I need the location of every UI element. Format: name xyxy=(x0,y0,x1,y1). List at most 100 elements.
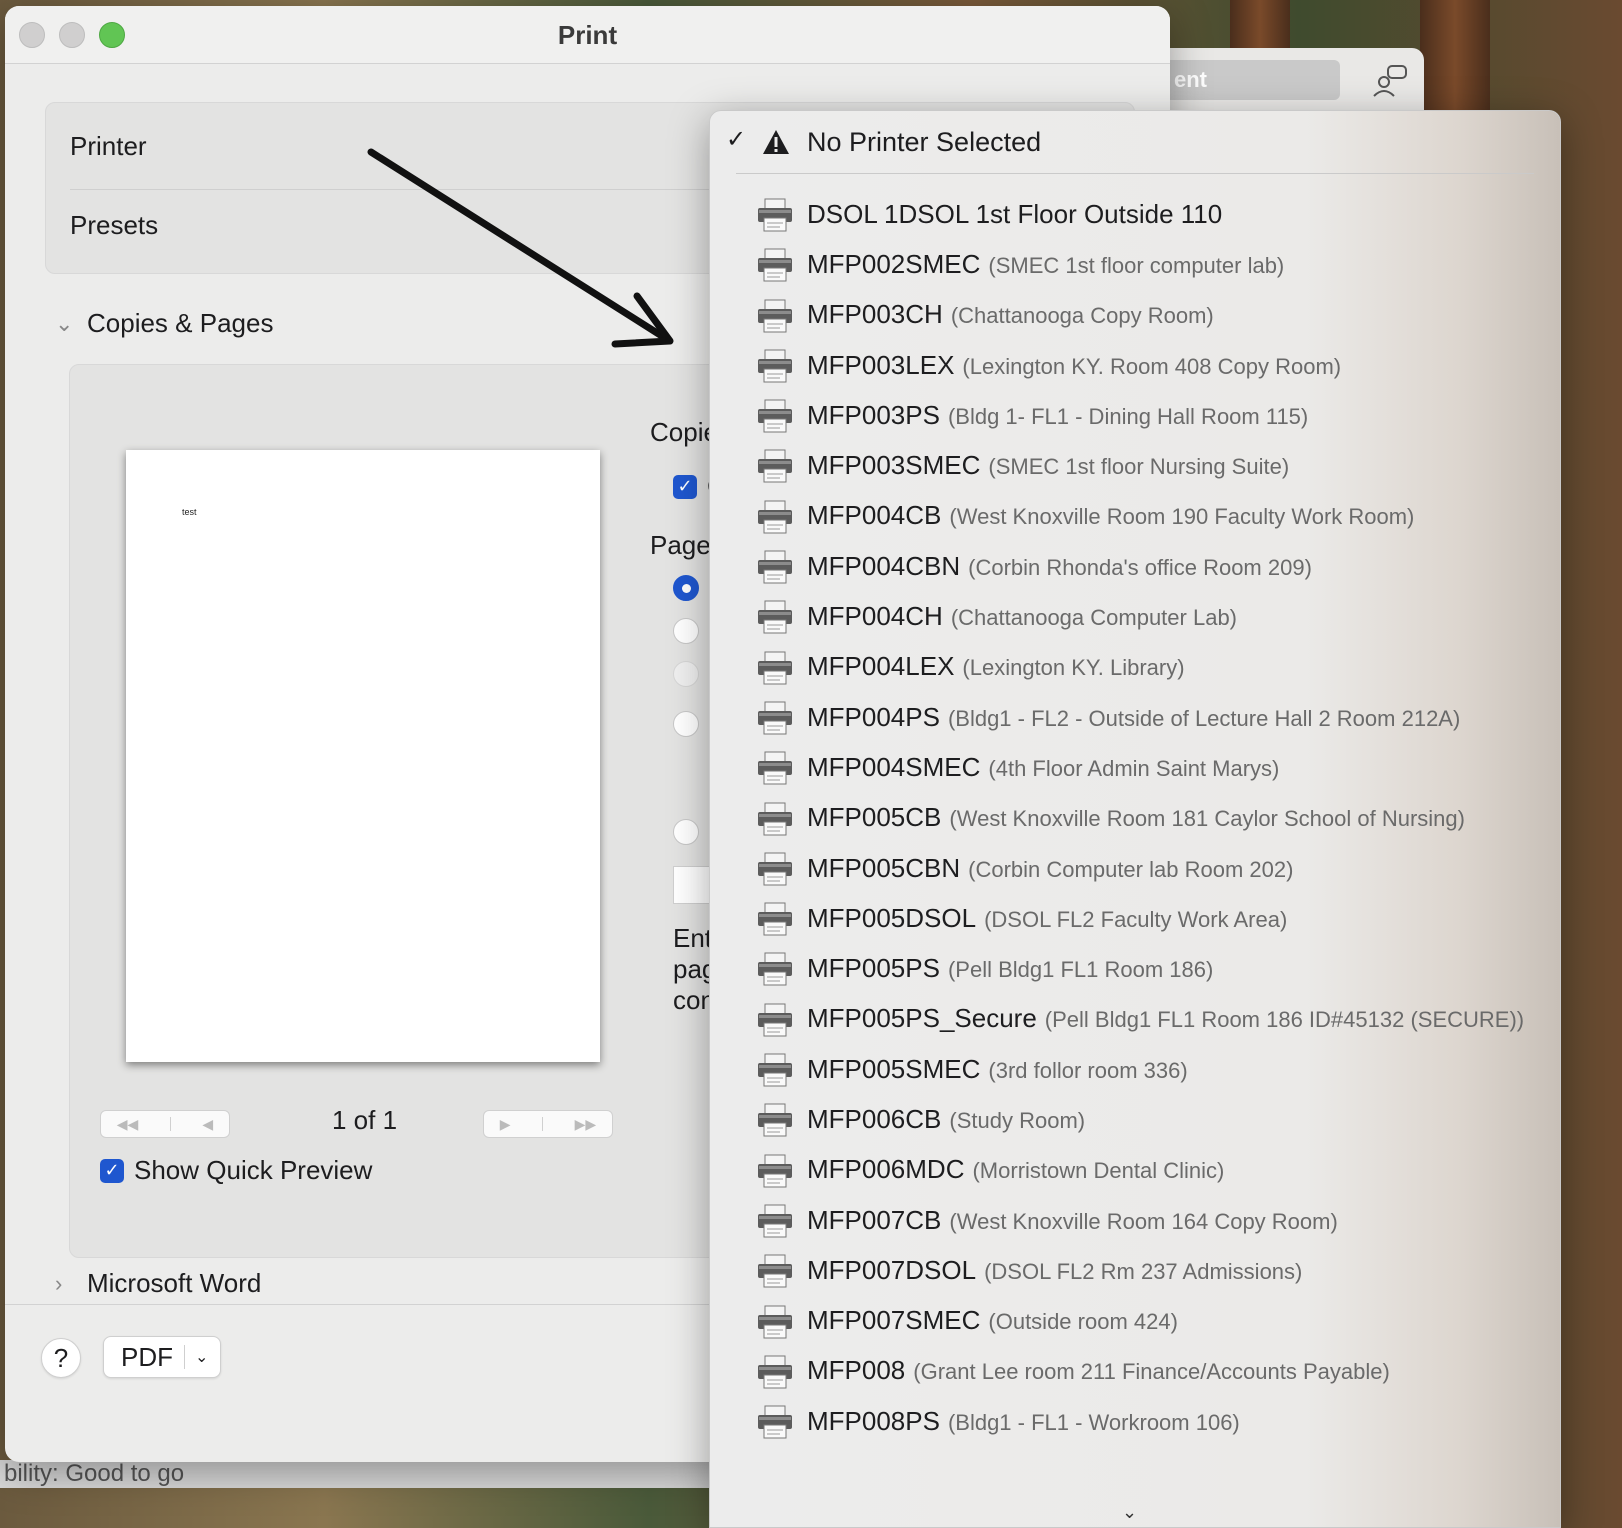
printer-item[interactable]: MFP003PS (Bldg 1- FL1 - Dining Hall Room … xyxy=(710,390,1560,440)
printer-icon xyxy=(758,1053,792,1087)
printer-item[interactable]: MFP007SMEC (Outside room 424) xyxy=(710,1296,1560,1346)
printer-item[interactable]: MFP005PS_Secure (Pell Bldg1 FL1 Room 186 … xyxy=(710,994,1560,1044)
printer-icon xyxy=(758,1355,792,1389)
printer-item[interactable]: MFP007DSOL (DSOL FL2 Rm 237 Admissions) xyxy=(710,1245,1560,1295)
printer-name: MFP006CB (Study Room) xyxy=(807,1103,1086,1134)
checkmark-icon: ✓ xyxy=(726,126,747,153)
printer-item[interactable]: MFP005PS (Pell Bldg1 FL1 Room 186) xyxy=(710,943,1560,993)
printer-icon xyxy=(758,1405,792,1439)
printer-icon xyxy=(758,600,792,634)
printer-item[interactable]: MFP004LEX (Lexington KY. Library) xyxy=(710,642,1560,692)
chevron-right-icon: › xyxy=(55,1270,63,1296)
printer-item[interactable]: DSOL 1DSOL 1st Floor Outside 110 xyxy=(710,189,1560,239)
printer-item[interactable]: MFP007CB (West Knoxville Room 164 Copy Ro… xyxy=(710,1195,1560,1245)
printer-icon xyxy=(758,852,792,886)
previous-page-icon[interactable]: ◀ xyxy=(202,1116,213,1133)
help-button[interactable]: ? xyxy=(41,1338,81,1378)
printer-dropdown-menu: ✓ No Printer Selected DSOL 1DSOL 1st Flo… xyxy=(709,110,1561,1528)
printer-item[interactable]: MFP004SMEC (4th Floor Admin Saint Marys) xyxy=(710,742,1560,792)
printer-item[interactable]: MFP004PS (Bldg1 - FL2 - Outside of Lectur… xyxy=(710,692,1560,742)
printer-description: (West Knoxville Room 181 Caylor School o… xyxy=(949,806,1465,832)
printer-item[interactable]: MFP003LEX (Lexington KY. Room 408 Copy Ro… xyxy=(710,340,1560,390)
printer-description: (4th Floor Admin Saint Marys) xyxy=(988,755,1280,781)
printer-item[interactable]: MFP002SMEC (SMEC 1st floor computer lab) xyxy=(710,239,1560,289)
printer-name: MFP007CB (West Knoxville Room 164 Copy Ro… xyxy=(807,1204,1338,1235)
printer-description: (3rd follor room 336) xyxy=(988,1057,1188,1083)
presets-label: Presets xyxy=(70,210,159,240)
printer-item[interactable]: MFP005CBN (Corbin Computer lab Room 202) xyxy=(710,843,1560,893)
microsoft-word-label: Microsoft Word xyxy=(87,1268,262,1298)
printer-description: (Pell Bldg1 FL1 Room 186 ID#45132 (SECUR… xyxy=(1044,1007,1525,1033)
show-quick-preview[interactable]: ✓ Show Quick Preview xyxy=(100,1155,372,1186)
chevron-down-icon[interactable]: ⌄ xyxy=(185,1347,208,1367)
dialog-title: Print xyxy=(557,20,618,50)
printer-description: (SMEC 1st floor computer lab) xyxy=(988,252,1285,278)
pages-radio-3[interactable] xyxy=(673,661,699,687)
printer-description: (Corbin Rhonda's office Room 209) xyxy=(968,554,1312,580)
printer-icon xyxy=(758,802,792,836)
printer-icon xyxy=(758,1154,792,1188)
printer-icon xyxy=(758,248,792,282)
printer-description: (Study Room) xyxy=(949,1107,1086,1133)
printer-name: MFP008PS (Bldg1 - FL1 - Workroom 106) xyxy=(807,1405,1240,1436)
preview-forward-buttons[interactable]: ▶ ▶▶ xyxy=(483,1110,613,1138)
printer-description: (Outside room 424) xyxy=(988,1309,1178,1335)
printer-item[interactable]: MFP006CB (Study Room) xyxy=(710,1094,1560,1144)
printer-description: (Chattanooga Copy Room) xyxy=(950,303,1214,329)
printer-item[interactable]: MFP004CBN (Corbin Rhonda's office Room 20… xyxy=(710,541,1560,591)
pdf-menu-button[interactable]: PDF ⌄ xyxy=(103,1336,221,1378)
printer-name: MFP004CB (West Knoxville Room 190 Faculty… xyxy=(807,500,1415,531)
printer-item[interactable]: MFP008 (Grant Lee room 211 Finance/Accoun… xyxy=(710,1346,1560,1396)
annotation-arrow xyxy=(367,148,674,348)
printer-item[interactable]: MFP006MDC (Morristown Dental Clinic) xyxy=(710,1145,1560,1195)
printer-item[interactable]: MFP003SMEC (SMEC 1st floor Nursing Suite) xyxy=(710,440,1560,490)
preview-back-buttons[interactable]: ◀◀ ◀ xyxy=(100,1110,230,1138)
printer-list: DSOL 1DSOL 1st Floor Outside 110 MFP002SM… xyxy=(710,189,1560,1446)
printer-name: MFP003PS (Bldg 1- FL1 - Dining Hall Room … xyxy=(807,399,1309,430)
printer-description: (Chattanooga Computer Lab) xyxy=(950,605,1237,631)
printer-name: MFP004SMEC (4th Floor Admin Saint Marys) xyxy=(807,751,1280,782)
printer-icon xyxy=(758,399,792,433)
printer-description: (Morristown Dental Clinic) xyxy=(972,1158,1225,1184)
printer-item[interactable]: MFP004CB (West Knoxville Room 190 Faculty… xyxy=(710,491,1560,541)
printer-icon xyxy=(758,902,792,936)
copies-pages-header[interactable]: ⌄ Copies & Pages xyxy=(55,308,273,339)
background-status: bility: Good to go xyxy=(0,1460,720,1488)
next-page-icon[interactable]: ▶ xyxy=(500,1116,511,1133)
page-counter: 1 of 1 xyxy=(332,1105,398,1135)
printer-name: MFP005SMEC (3rd follor room 336) xyxy=(807,1053,1188,1084)
printer-description: (Bldg1 - FL2 - Outside of Lecture Hall 2… xyxy=(947,705,1461,731)
printer-description: (Lexington KY. Library) xyxy=(962,655,1185,681)
chevron-down-icon[interactable]: ⌄ xyxy=(1122,1502,1137,1523)
warning-icon xyxy=(763,130,789,154)
printer-name: MFP005DSOL (DSOL FL2 Faculty Work Area) xyxy=(807,902,1288,933)
printer-name: DSOL 1DSOL 1st Floor Outside 110 xyxy=(807,198,1223,229)
printer-name: MFP006MDC (Morristown Dental Clinic) xyxy=(807,1154,1225,1185)
no-printer-selected-item[interactable]: No Printer Selected xyxy=(807,127,1041,158)
printer-item[interactable]: MFP008PS (Bldg1 - FL1 - Workroom 106) xyxy=(710,1396,1560,1446)
first-page-icon[interactable]: ◀◀ xyxy=(117,1116,139,1133)
collate-checkbox[interactable]: ✓ xyxy=(673,474,697,499)
printer-description: (Grant Lee room 211 Finance/Accounts Pay… xyxy=(913,1359,1390,1385)
pages-radio-2[interactable] xyxy=(673,618,699,644)
microsoft-word-header[interactable]: › Microsoft Word xyxy=(55,1268,261,1299)
printer-icon xyxy=(758,651,792,685)
printer-label: Printer xyxy=(70,131,147,161)
menu-divider xyxy=(736,173,1534,174)
printer-item[interactable]: MFP005DSOL (DSOL FL2 Faculty Work Area) xyxy=(710,893,1560,943)
copies-pages-label: Copies & Pages xyxy=(87,308,274,338)
printer-item[interactable]: MFP003CH (Chattanooga Copy Room) xyxy=(710,290,1560,340)
chat-icon xyxy=(1373,65,1407,97)
printer-name: MFP004PS (Bldg1 - FL2 - Outside of Lectur… xyxy=(807,701,1461,732)
show-quick-preview-checkbox[interactable]: ✓ xyxy=(100,1158,124,1183)
printer-name: MFP005PS (Pell Bldg1 FL1 Room 186) xyxy=(807,953,1214,984)
printer-icon xyxy=(758,349,792,383)
last-page-icon[interactable]: ▶▶ xyxy=(575,1116,597,1133)
show-quick-preview-label: Show Quick Preview xyxy=(134,1155,373,1185)
pages-all-radio[interactable] xyxy=(673,575,699,601)
printer-item[interactable]: MFP005CB (West Knoxville Room 181 Caylor … xyxy=(710,793,1560,843)
pages-radio-5[interactable] xyxy=(673,819,699,845)
printer-item[interactable]: MFP004CH (Chattanooga Computer Lab) xyxy=(710,591,1560,641)
printer-item[interactable]: MFP005SMEC (3rd follor room 336) xyxy=(710,1044,1560,1094)
pages-radio-4[interactable] xyxy=(673,711,699,737)
